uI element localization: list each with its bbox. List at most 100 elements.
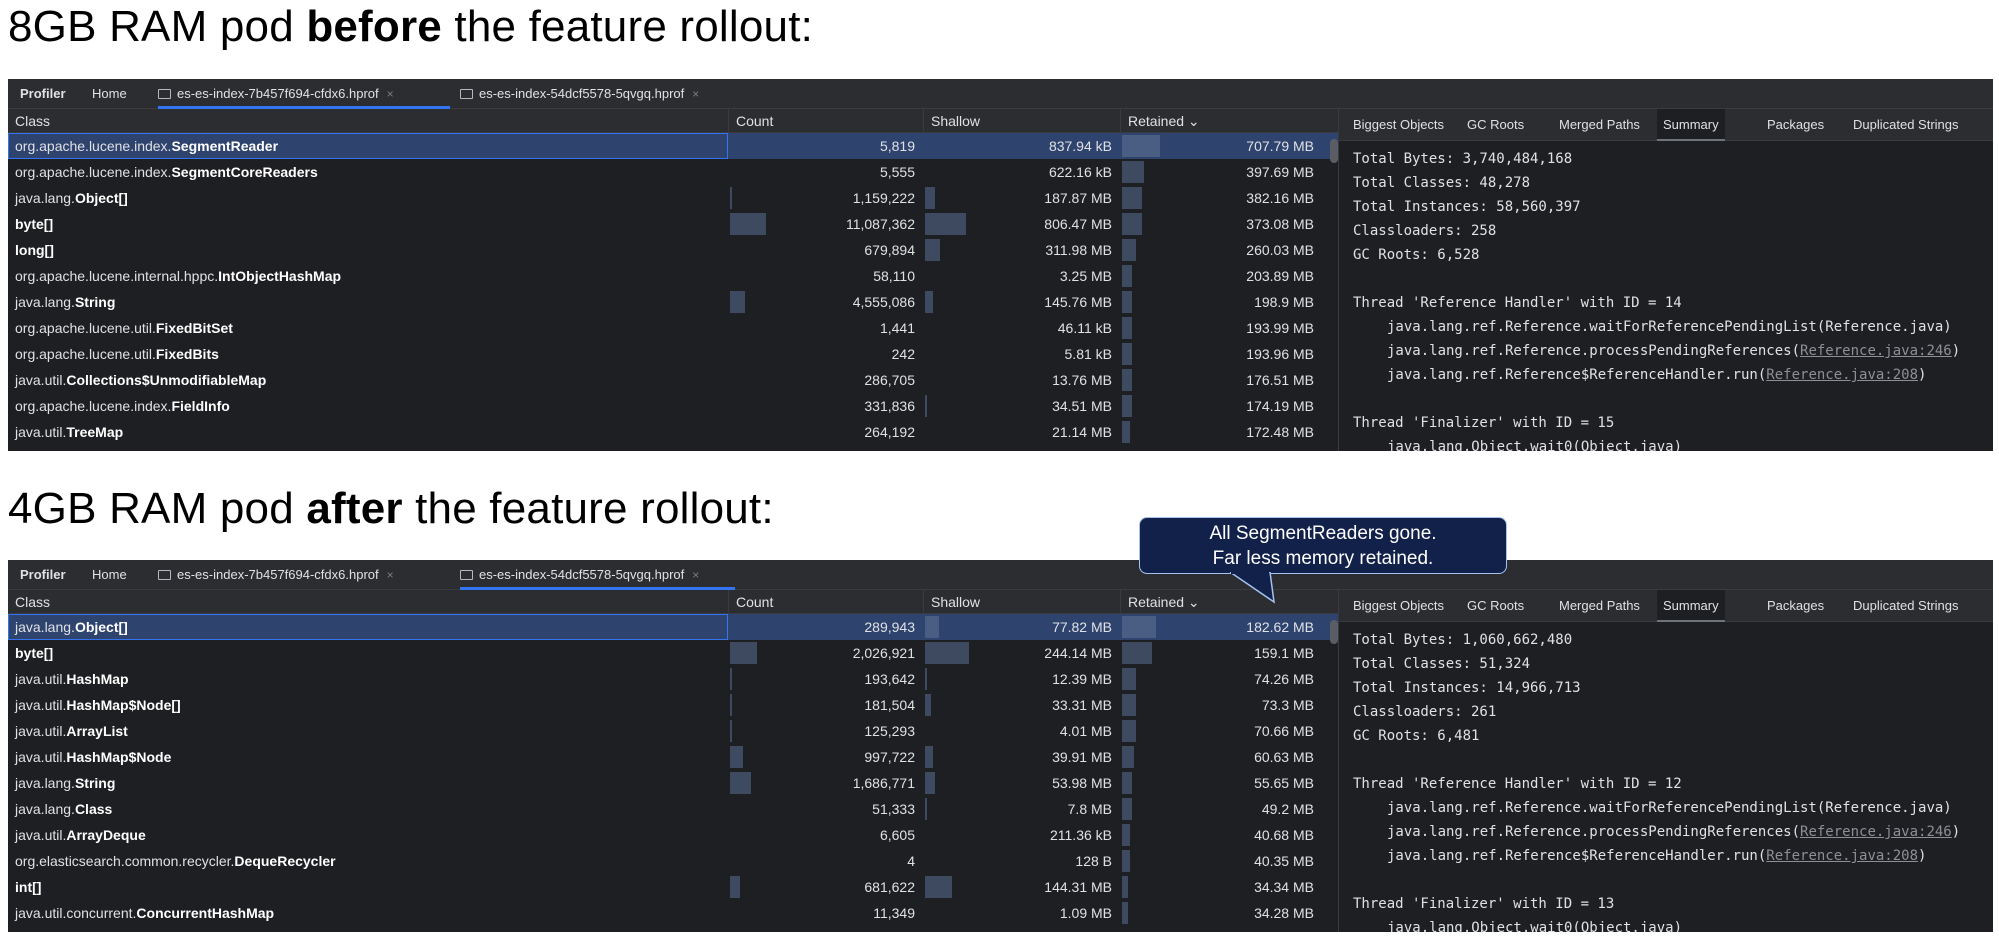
class-name: org.apache.lucene.index.FieldInfo	[8, 393, 728, 419]
table-row[interactable]: java.util.TreeMap 264,192 21.14 MB 172.48 M…	[8, 419, 1338, 445]
table-row[interactable]: java.lang.String 4,555,086 145.76 MB 198.9 …	[8, 289, 1338, 315]
folder-icon	[158, 89, 171, 99]
retained-value: 198.9 MB	[1254, 294, 1314, 310]
table-header: Class Count Shallow Retained ⌄	[8, 109, 1338, 133]
table-row[interactable]: long[] 679,894 311.98 MB 260.03 MB	[8, 237, 1338, 263]
table-row[interactable]: java.util.HashMap$Node[] 181,504 33.31 MB 7…	[8, 692, 1338, 718]
class-name: java.util.HashMap$Node[]	[8, 692, 728, 718]
tab-profiler[interactable]: Profiler	[20, 560, 80, 590]
table-row[interactable]: org.apache.lucene.internal.hppc.IntObjec…	[8, 263, 1338, 289]
source-link[interactable]: Reference.java:246	[1800, 343, 1952, 359]
class-simple-name: FixedBitSet	[155, 320, 233, 336]
summary-tab-duplicated-strings[interactable]: Duplicated Strings	[1847, 109, 1965, 141]
class-package: java.lang.	[15, 294, 75, 310]
retained-value: 193.96 MB	[1246, 346, 1314, 362]
column-header-shallow[interactable]: Shallow	[923, 590, 1120, 614]
class-simple-name: Class	[74, 801, 113, 817]
close-tab-icon[interactable]: ×	[692, 568, 699, 582]
retained-value: 74.26 MB	[1254, 671, 1314, 687]
retained-value: 203.89 MB	[1246, 268, 1314, 284]
summary-tab-duplicated-strings[interactable]: Duplicated Strings	[1847, 590, 1965, 622]
summary-tab-summary[interactable]: Summary	[1657, 109, 1725, 141]
table-row[interactable]: java.util.ArrayDeque 6,605 211.36 kB 40.68 …	[8, 822, 1338, 848]
summary-tab-gc-roots[interactable]: GC Roots	[1461, 109, 1530, 141]
tab-hprof-file[interactable]: es-es-index-7b457f694-cfdx6.hprof ×	[158, 79, 450, 109]
column-header-count[interactable]: Count	[728, 590, 923, 614]
table-row[interactable]: java.util.HashMap$Node 997,722 39.91 MB 60.…	[8, 744, 1338, 770]
table-row[interactable]: org.apache.lucene.index.SegmentCoreReade…	[8, 159, 1338, 185]
table-row[interactable]: java.util.ArrayList 125,293 4.01 MB 70.66 M…	[8, 718, 1338, 744]
table-row[interactable]: org.apache.lucene.index.FieldInfo 331,836…	[8, 393, 1338, 419]
tab-hprof-file[interactable]: es-es-index-7b457f694-cfdx6.hprof ×	[158, 560, 450, 590]
table-row[interactable]: java.util.concurrent.ConcurrentHashMap 11…	[8, 900, 1338, 926]
table-row[interactable]: java.util.Collections$UnmodifiableMap 286…	[8, 367, 1338, 393]
tab-profiler[interactable]: Profiler	[20, 79, 80, 109]
summary-tab-gc-roots[interactable]: GC Roots	[1461, 590, 1530, 622]
table-row[interactable]: java.lang.Class 51,333 7.8 MB 49.2 MB	[8, 796, 1338, 822]
summary-content: Total Bytes: 1,060,662,480 Total Classes:…	[1353, 628, 1993, 932]
tab-home[interactable]: Home	[92, 79, 142, 109]
table-row[interactable]: int[] 681,622 144.31 MB 34.34 MB	[8, 874, 1338, 900]
class-simple-name: ConcurrentHashMap	[136, 905, 275, 921]
shallow-value: 837.94 kB	[1048, 138, 1112, 154]
column-header-count[interactable]: Count	[728, 109, 923, 133]
close-paren: )	[1918, 367, 1927, 383]
shallow-value: 311.98 MB	[1045, 242, 1112, 258]
class-simple-name: Collections$UnmodifiableMap	[66, 372, 267, 388]
table-row[interactable]: org.apache.lucene.util.FixedBits 242 5.81 …	[8, 341, 1338, 367]
table-row[interactable]: java.lang.Object[] 1,159,222 187.87 MB 382.…	[8, 185, 1338, 211]
shallow-value: 12.39 MB	[1052, 671, 1112, 687]
table-row[interactable]: byte[] 2,026,921 244.14 MB 159.1 MB	[8, 640, 1338, 666]
count-value: 58,110	[873, 268, 915, 284]
column-header-class[interactable]: Class	[8, 109, 728, 133]
close-tab-icon[interactable]: ×	[692, 87, 699, 101]
table-row[interactable]: byte[] 11,087,362 806.47 MB 373.08 MB	[8, 211, 1338, 237]
summary-tab-biggest-objects[interactable]: Biggest Objects	[1347, 109, 1450, 141]
summary-tab-merged-paths[interactable]: Merged Paths	[1553, 590, 1646, 622]
source-link[interactable]: Reference.java:246	[1800, 824, 1952, 840]
source-link[interactable]: Reference.java:208	[1766, 367, 1918, 383]
table-row[interactable]: java.util.HashMap 193,642 12.39 MB 74.26 MB	[8, 666, 1338, 692]
tab-hprof-file[interactable]: es-es-index-54dcf5578-5qvgq.hprof ×	[460, 79, 735, 109]
retained-value: 373.08 MB	[1246, 216, 1314, 232]
summary-pane: Biggest Objects GC Roots Merged Paths Summa…	[1338, 109, 1993, 451]
column-header-retained[interactable]: Retained ⌄	[1120, 109, 1322, 133]
tab-hprof-file[interactable]: es-es-index-54dcf5578-5qvgq.hprof ×	[460, 560, 735, 590]
shallow-value: 46.11 kB	[1057, 320, 1112, 336]
shallow-value: 7.8 MB	[1067, 801, 1112, 817]
close-tab-icon[interactable]: ×	[387, 568, 394, 582]
retained-value: 49.2 MB	[1261, 801, 1314, 817]
table-row[interactable]: java.lang.Object[] 289,943 77.82 MB 182.62 …	[8, 614, 1338, 640]
summary-tab-biggest-objects[interactable]: Biggest Objects	[1347, 590, 1450, 622]
class-simple-name: long[]	[15, 242, 54, 258]
class-name: java.lang.Class	[8, 796, 728, 822]
classloaders: Classloaders: 258	[1353, 223, 1497, 239]
class-package: java.lang.	[15, 619, 75, 635]
source-link[interactable]: Reference.java:208	[1766, 848, 1918, 864]
summary-tab-summary[interactable]: Summary	[1657, 590, 1725, 622]
retained-value: 172.48 MB	[1246, 424, 1314, 440]
count-value: 125,293	[864, 723, 915, 739]
summary-tab-packages[interactable]: Packages	[1761, 109, 1830, 141]
table-row[interactable]: java.lang.String 1,686,771 53.98 MB 55.65 M…	[8, 770, 1338, 796]
column-header-shallow[interactable]: Shallow	[923, 109, 1120, 133]
count-value: 1,441	[879, 320, 915, 336]
close-tab-icon[interactable]: ×	[387, 87, 394, 101]
table-row[interactable]: org.apache.lucene.util.FixedBitSet 1,441 4…	[8, 315, 1338, 341]
summary-tab-packages[interactable]: Packages	[1761, 590, 1830, 622]
count-value: 11,087,362	[845, 216, 915, 232]
tab-home[interactable]: Home	[92, 560, 142, 590]
shallow-value: 4.01 MB	[1059, 723, 1112, 739]
class-package: java.util.concurrent.	[15, 905, 137, 921]
retained-value: 73.3 MB	[1261, 697, 1314, 713]
summary-tab-merged-paths[interactable]: Merged Paths	[1553, 109, 1646, 141]
table-scrollbar[interactable]	[1330, 139, 1338, 163]
retained-value: 707.79 MB	[1246, 138, 1314, 154]
column-header-retained[interactable]: Retained ⌄	[1120, 590, 1322, 614]
column-header-class[interactable]: Class	[8, 590, 728, 614]
retained-value: 60.63 MB	[1254, 749, 1314, 765]
table-row[interactable]: org.apache.lucene.index.SegmentReader 5,8…	[8, 133, 1338, 159]
table-row[interactable]: org.elasticsearch.common.recycler.DequeR…	[8, 848, 1338, 874]
table-scrollbar[interactable]	[1330, 620, 1338, 644]
